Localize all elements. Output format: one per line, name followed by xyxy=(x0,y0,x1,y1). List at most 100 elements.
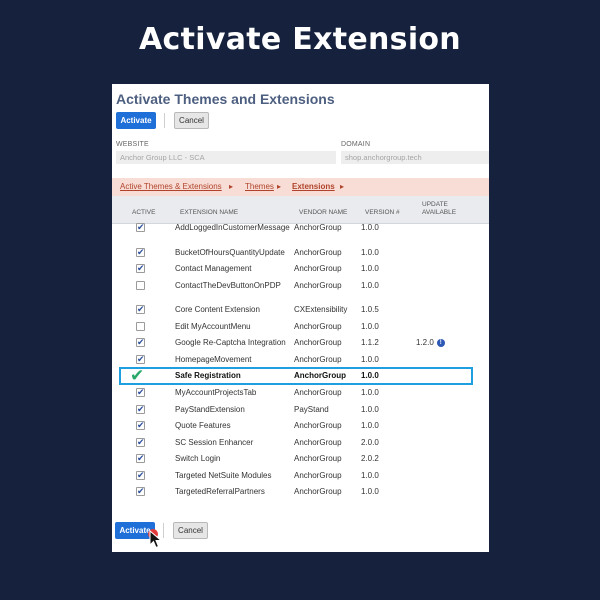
version-number: 1.0.0 xyxy=(361,248,379,257)
extension-name: Core Content Extension xyxy=(175,305,260,314)
info-icon[interactable]: ! xyxy=(436,338,445,347)
update-available[interactable]: 1.2.0! xyxy=(416,335,445,352)
active-checkbox[interactable] xyxy=(136,221,145,233)
col-update-line1[interactable]: UPDATE xyxy=(422,201,448,209)
extension-name: Edit MyAccountMenu xyxy=(175,322,251,331)
active-checkbox[interactable] xyxy=(136,303,145,315)
extension-name: MyAccountProjectsTab xyxy=(175,388,257,397)
col-extension-name[interactable]: EXTENSION NAME xyxy=(180,209,238,217)
button-divider xyxy=(164,113,165,128)
version-number: 1.1.2 xyxy=(361,338,379,347)
activate-button-top[interactable]: Activate xyxy=(116,112,156,129)
active-checkbox[interactable] xyxy=(136,246,145,258)
caret-icon: ▸ xyxy=(340,182,345,191)
website-field[interactable]: Anchor Group LLC - SCA xyxy=(116,151,336,164)
vendor-name: PayStand xyxy=(294,405,329,414)
col-version[interactable]: VERSION # xyxy=(365,209,400,217)
extensions-panel: Activate Themes and Extensions Activate … xyxy=(112,84,489,552)
active-checkbox[interactable] xyxy=(136,452,145,464)
vendor-name: AnchorGroup xyxy=(294,421,342,430)
col-vendor-name[interactable]: VENDOR NAME xyxy=(299,209,347,217)
active-checkbox[interactable] xyxy=(136,336,145,348)
table-row[interactable]: Contact Management AnchorGroup 1.0.0 xyxy=(112,261,489,278)
table-row[interactable]: SC Session Enhancer AnchorGroup 2.0.0 xyxy=(112,435,489,452)
active-checkbox[interactable] xyxy=(136,469,145,481)
version-number: 1.0.0 xyxy=(361,281,379,290)
active-checkbox[interactable] xyxy=(136,436,145,448)
col-update-line2[interactable]: AVAILABLE xyxy=(422,209,456,217)
extension-name: PayStandExtension xyxy=(175,405,245,414)
active-checkbox[interactable] xyxy=(136,419,145,431)
version-number: 1.0.0 xyxy=(361,471,379,480)
table-row[interactable]: AddLoggedInCustomerMessage AnchorGroup 1.0… xyxy=(112,220,489,237)
vendor-name: AnchorGroup xyxy=(294,454,342,463)
version-number: 2.0.0 xyxy=(361,438,379,447)
version-number: 1.0.0 xyxy=(361,405,379,414)
table-row[interactable]: PayStandExtension PayStand 1.0.0 xyxy=(112,402,489,419)
version-number: 1.0.0 xyxy=(361,322,379,331)
table-row[interactable]: Targeted NetSuite Modules AnchorGroup 1.0.… xyxy=(112,468,489,485)
version-number: 2.0.2 xyxy=(361,454,379,463)
version-number: 1.0.0 xyxy=(361,264,379,273)
version-number: 1.0.0 xyxy=(361,487,379,496)
active-checkbox[interactable] xyxy=(136,386,145,398)
extension-name: TargetedReferralPartners xyxy=(175,487,265,496)
vendor-name: AnchorGroup xyxy=(294,322,342,331)
table-row[interactable]: MyAccountProjectsTab AnchorGroup 1.0.0 xyxy=(112,385,489,402)
table-row[interactable]: Edit MyAccountMenu AnchorGroup 1.0.0 xyxy=(112,319,489,336)
vendor-name: AnchorGroup xyxy=(294,471,342,480)
version-number: 1.0.0 xyxy=(361,421,379,430)
domain-label: DOMAIN xyxy=(341,141,371,148)
col-active[interactable]: ACTIVE xyxy=(132,209,155,217)
version-number: 1.0.0 xyxy=(361,223,379,232)
version-number: 1.0.5 xyxy=(361,305,379,314)
website-label: WEBSITE xyxy=(116,141,149,148)
vendor-name: AnchorGroup xyxy=(294,388,342,397)
update-version: 1.2.0 xyxy=(416,338,434,347)
table-row[interactable]: Google Re-Captcha Integration AnchorGroup… xyxy=(112,335,489,352)
extension-name: Google Re-Captcha Integration xyxy=(175,338,286,347)
extension-name: ContactTheDevButtonOnPDP xyxy=(175,281,281,290)
active-checkbox[interactable] xyxy=(136,322,145,331)
extension-name: BucketOfHoursQuantityUpdate xyxy=(175,248,285,257)
breadcrumb: Active Themes & Extensions ▸ Themes ▸ Ex… xyxy=(112,178,489,196)
breadcrumb-themes[interactable]: Themes xyxy=(245,178,274,196)
breadcrumb-active-themes[interactable]: Active Themes & Extensions xyxy=(120,178,222,196)
active-checkbox[interactable] xyxy=(136,403,145,415)
version-number: 1.0.0 xyxy=(361,388,379,397)
vendor-name: AnchorGroup xyxy=(294,487,342,496)
panel-title: Activate Themes and Extensions xyxy=(116,91,335,107)
active-checkbox[interactable] xyxy=(136,353,145,365)
extension-name: Contact Management xyxy=(175,264,252,273)
extension-name: SC Session Enhancer xyxy=(175,438,254,447)
active-checkbox[interactable] xyxy=(136,281,145,290)
vendor-name: AnchorGroup xyxy=(294,223,342,232)
extension-name: Quote Features xyxy=(175,421,231,430)
active-checkbox[interactable] xyxy=(136,262,145,274)
table-row[interactable]: Switch Login AnchorGroup 2.0.2 xyxy=(112,451,489,468)
cancel-button-bottom[interactable]: Cancel xyxy=(173,522,208,539)
vendor-name: AnchorGroup xyxy=(294,338,342,347)
extension-name: Targeted NetSuite Modules xyxy=(175,471,272,480)
caret-icon: ▸ xyxy=(277,182,282,191)
table-row[interactable]: Quote Features AnchorGroup 1.0.0 xyxy=(112,418,489,435)
vendor-name: AnchorGroup xyxy=(294,264,342,273)
breadcrumb-extensions[interactable]: Extensions xyxy=(292,178,335,196)
vendor-name: AnchorGroup xyxy=(294,248,342,257)
page-headline: Activate Extension xyxy=(139,22,461,57)
caret-icon: ▸ xyxy=(229,182,234,191)
vendor-name: AnchorGroup xyxy=(294,281,342,290)
extension-name: Switch Login xyxy=(175,454,221,463)
table-row[interactable]: TargetedReferralPartners AnchorGroup 1.0.0 xyxy=(112,484,489,501)
table-row[interactable]: BucketOfHoursQuantityUpdate AnchorGroup 1.… xyxy=(112,245,489,262)
highlight-box xyxy=(119,367,473,385)
extension-name: AddLoggedInCustomerMessage xyxy=(175,223,290,232)
domain-field[interactable]: shop.anchorgroup.tech xyxy=(341,151,489,164)
table-row[interactable]: ContactTheDevButtonOnPDP AnchorGroup 1.0.0 xyxy=(112,278,489,295)
mouse-pointer-icon xyxy=(149,530,163,549)
vendor-name: AnchorGroup xyxy=(294,438,342,447)
active-checkbox[interactable] xyxy=(136,485,145,497)
vendor-name: CXExtensibility xyxy=(294,305,348,314)
cancel-button-top[interactable]: Cancel xyxy=(174,112,209,129)
table-row[interactable]: Core Content Extension CXExtensibility 1.0… xyxy=(112,302,489,319)
